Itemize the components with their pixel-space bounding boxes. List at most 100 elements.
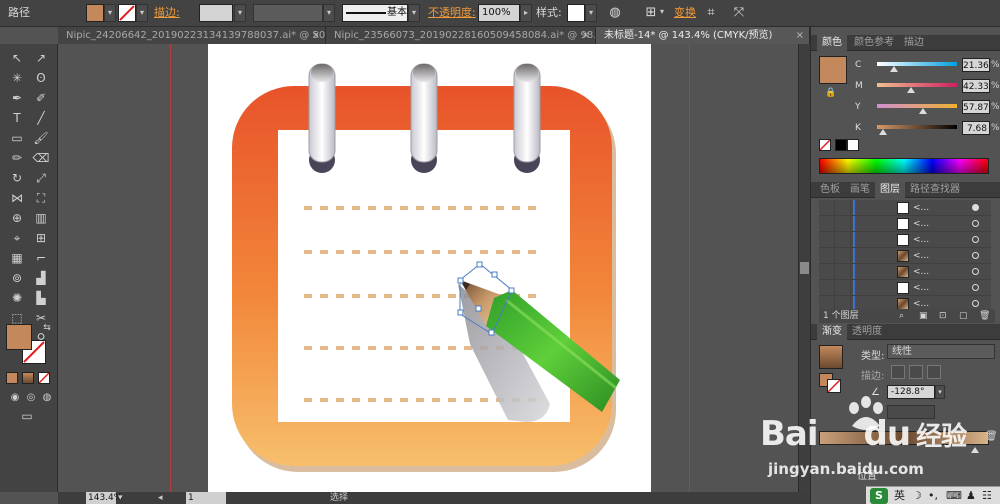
none-color-swatch[interactable] — [819, 139, 831, 151]
shape-builder-tool-icon[interactable]: ⊕ — [8, 210, 26, 226]
yellow-slider-track[interactable] — [877, 104, 957, 108]
close-icon[interactable]: × — [582, 27, 590, 44]
user-icon[interactable]: ♟ — [966, 488, 976, 504]
stroke-within-icon[interactable] — [891, 365, 905, 379]
page-field[interactable]: 1 — [186, 492, 226, 504]
tab-pathfinder[interactable]: 路径查找器 — [905, 182, 965, 198]
delete-layer-icon[interactable]: 🗑 — [979, 309, 990, 323]
scroll-thumb[interactable] — [800, 262, 809, 274]
magenta-slider-knob[interactable] — [907, 87, 915, 93]
variable-width-dropdown[interactable] — [253, 4, 323, 22]
zoom-dropdown-arrow[interactable]: ▾ — [118, 492, 123, 504]
fill-swatch[interactable] — [86, 4, 104, 22]
tab-brushes[interactable]: 画笔 — [845, 182, 875, 198]
target-icon[interactable] — [972, 284, 979, 291]
aspect-field[interactable] — [887, 405, 935, 419]
target-icon[interactable] — [972, 204, 979, 211]
fill-dropdown-arrow[interactable]: ▾ — [104, 4, 116, 22]
lasso-tool-icon[interactable]: ʘ — [32, 70, 50, 86]
layer-name[interactable]: <... — [913, 248, 929, 264]
symbol-sprayer-tool-icon[interactable]: ✺ — [8, 290, 26, 306]
eyedropper-tool-icon[interactable]: ⌐ — [32, 250, 50, 266]
cyan-value-field[interactable]: 21.36 — [962, 58, 990, 72]
column-graph-tool-icon[interactable]: ▟ — [32, 270, 50, 286]
opacity-label[interactable]: 不透明度: — [428, 4, 476, 22]
stroke-dropdown-arrow[interactable]: ▾ — [136, 4, 148, 22]
locate-object-icon[interactable]: ⌕ — [899, 309, 904, 323]
visibility-toggle[interactable] — [819, 200, 835, 216]
layer-row[interactable]: <... — [819, 248, 991, 264]
isolate-icon[interactable]: ⌗ — [700, 4, 722, 22]
tab-swatches[interactable]: 色板 — [815, 182, 845, 198]
swap-fill-stroke-icon[interactable]: ⇆ — [38, 320, 56, 336]
direct-selection-tool-icon[interactable]: ↗ — [32, 50, 50, 66]
align-arrow[interactable]: ▾ — [656, 4, 668, 22]
transform-options-icon[interactable]: ⤧ — [728, 4, 750, 22]
gradient-stroke-box[interactable] — [827, 379, 841, 393]
draw-inside-icon[interactable]: ◍ — [38, 390, 56, 406]
punctuation-icon[interactable]: •, — [928, 488, 938, 504]
recolor-icon[interactable]: ◍ — [604, 4, 626, 22]
transform-link[interactable]: 变换 — [674, 4, 696, 22]
clip-mask-icon[interactable]: ▣ — [919, 309, 928, 323]
new-layer-icon[interactable]: ▢ — [959, 309, 968, 323]
stroke-swatch[interactable] — [118, 4, 136, 22]
layer-name[interactable]: <... — [913, 232, 929, 248]
tab-document-2[interactable]: Nipic_23566073_20190228160509458084.ai* … — [326, 27, 596, 44]
yellow-slider-knob[interactable] — [919, 108, 927, 114]
visibility-toggle[interactable] — [819, 216, 835, 232]
black-slider-knob[interactable] — [879, 129, 887, 135]
layer-name[interactable]: <... — [913, 280, 929, 296]
target-icon[interactable] — [972, 268, 979, 275]
visibility-toggle[interactable] — [819, 264, 835, 280]
layer-name[interactable]: <... — [913, 200, 929, 216]
keyboard-icon[interactable]: ⌨ — [946, 488, 962, 504]
pencil-tool-icon[interactable]: ✏ — [8, 150, 26, 166]
visibility-toggle[interactable] — [819, 232, 835, 248]
magenta-slider-track[interactable] — [877, 83, 957, 87]
tab-color-guide[interactable]: 颜色参考 — [849, 35, 899, 51]
black-value-field[interactable]: 7.68 — [962, 121, 990, 135]
layer-row[interactable]: <... — [819, 264, 991, 280]
mesh-tool-icon[interactable]: ⊞ — [32, 230, 50, 246]
visibility-toggle[interactable] — [819, 248, 835, 264]
delete-stop-icon[interactable]: 🗑 — [985, 431, 998, 442]
lock-toggle[interactable] — [835, 200, 851, 216]
lock-toggle[interactable] — [835, 280, 851, 296]
visibility-toggle[interactable] — [819, 280, 835, 296]
width-tool-icon[interactable]: ⋈ — [8, 190, 26, 206]
angle-field[interactable]: -128.8° — [887, 385, 935, 399]
layer-row[interactable]: <... — [819, 280, 991, 296]
layer-name[interactable]: <... — [913, 264, 929, 280]
opacity-arrow[interactable]: ▸ — [520, 4, 532, 22]
gradient-mode-icon[interactable] — [22, 372, 34, 384]
new-sublayer-icon[interactable]: ⊡ — [939, 309, 947, 323]
stroke-weight-arrow[interactable]: ▾ — [234, 4, 246, 22]
target-icon[interactable] — [972, 220, 979, 227]
cyan-slider-knob[interactable] — [890, 66, 898, 72]
tab-layers[interactable]: 图层 — [875, 182, 905, 198]
graph-tool-icon[interactable]: ▙ — [32, 290, 50, 306]
graphic-style-arrow[interactable]: ▾ — [585, 4, 597, 22]
opacity-field[interactable]: 100% — [478, 4, 520, 22]
rotate-tool-icon[interactable]: ↻ — [8, 170, 26, 186]
layer-name[interactable]: <... — [913, 216, 929, 232]
black-slider-track[interactable] — [877, 125, 957, 129]
fill-color-box-front[interactable] — [6, 324, 32, 350]
zoom-field[interactable]: 143.4% — [86, 492, 122, 504]
tab-color[interactable]: 颜色 — [817, 35, 847, 51]
stroke-across-icon[interactable] — [927, 365, 941, 379]
first-page-icon[interactable]: ◂ — [158, 492, 163, 504]
type-tool-icon[interactable]: T — [8, 110, 26, 126]
color-mode-icon[interactable] — [6, 372, 18, 384]
artboard[interactable] — [208, 44, 651, 492]
tab-document-1[interactable]: Nipic_24206642_20190223134139788037.ai* … — [58, 27, 326, 44]
magenta-value-field[interactable]: 42.33 — [962, 79, 990, 93]
magic-wand-tool-icon[interactable]: ✳ — [8, 70, 26, 86]
close-icon[interactable]: × — [312, 27, 320, 44]
blend-tool-icon[interactable]: ⊚ — [8, 270, 26, 286]
lock-toggle[interactable] — [835, 216, 851, 232]
canvas-area[interactable] — [58, 44, 798, 492]
scale-tool-icon[interactable]: ⤢ — [32, 170, 50, 186]
layer-row[interactable]: <... — [819, 200, 991, 216]
